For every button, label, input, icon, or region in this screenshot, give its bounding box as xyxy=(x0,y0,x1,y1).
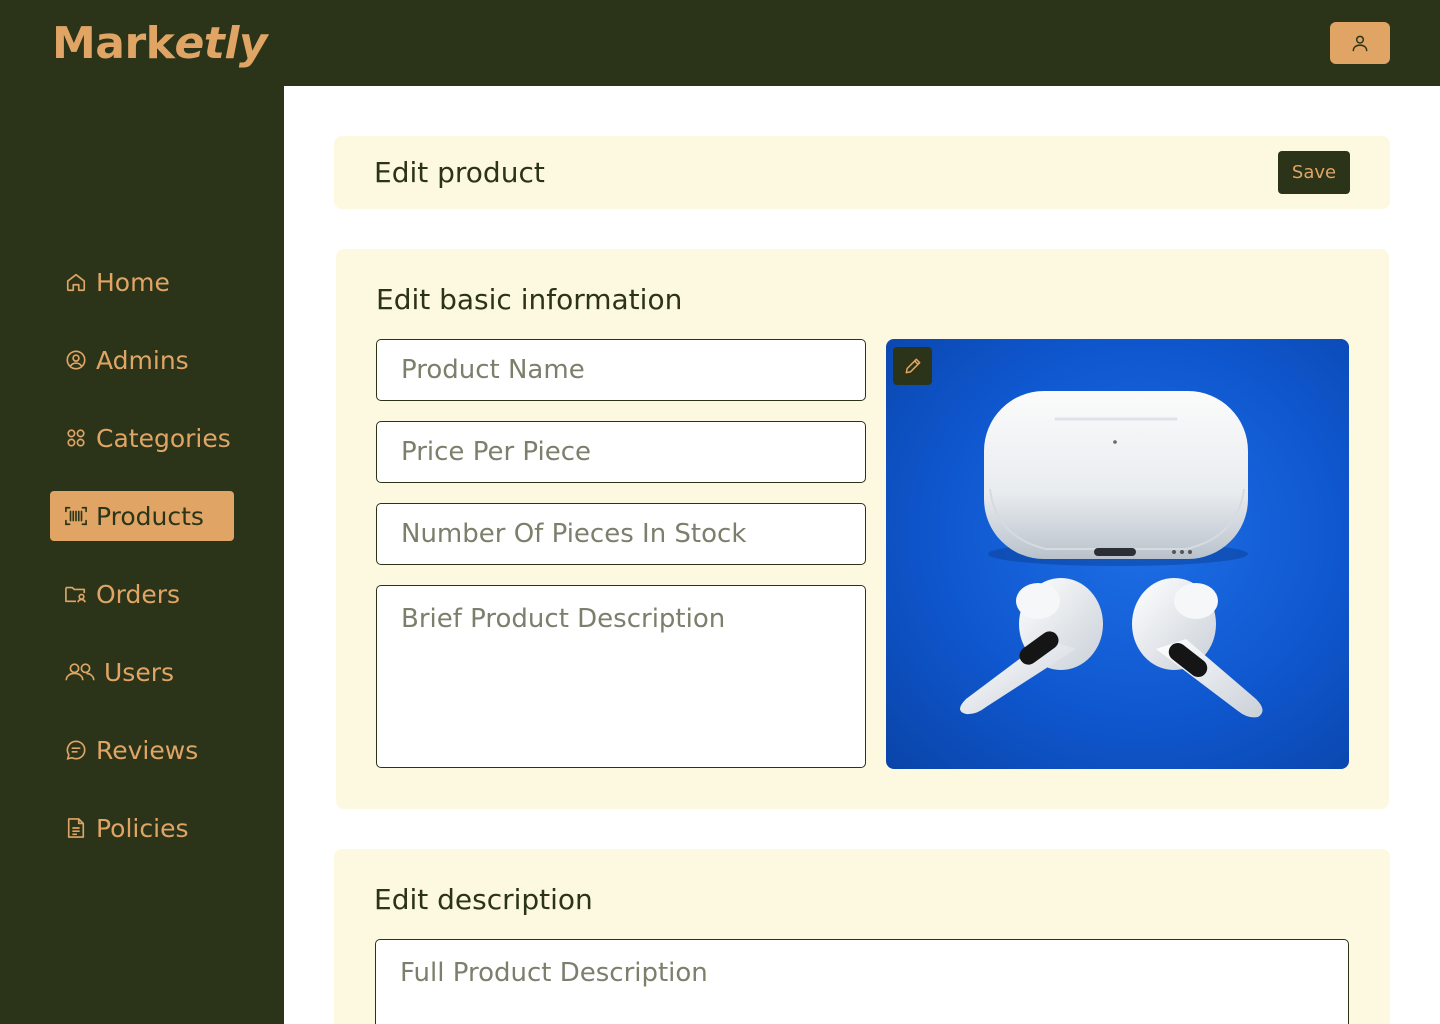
home-icon xyxy=(64,270,88,294)
app-logo[interactable]: Marketly xyxy=(52,18,268,70)
sidebar-item-reviews[interactable]: Reviews xyxy=(50,725,234,775)
profile-button[interactable] xyxy=(1330,22,1390,64)
sidebar-item-label: Policies xyxy=(96,813,189,843)
grid-icon xyxy=(64,426,88,450)
sidebar-item-label: Orders xyxy=(96,579,181,609)
product-name-input[interactable] xyxy=(376,339,866,401)
sidebar-item-users[interactable]: Users xyxy=(50,647,234,697)
sidebar-item-orders[interactable]: Orders xyxy=(50,569,234,619)
stock-input[interactable] xyxy=(376,503,866,565)
save-button[interactable]: Save xyxy=(1278,151,1350,194)
description-section: Edit description xyxy=(334,849,1390,1024)
sidebar-item-home[interactable]: Home xyxy=(50,257,234,307)
user-circle-icon xyxy=(64,348,88,372)
edit-image-button[interactable] xyxy=(893,347,932,385)
price-input[interactable] xyxy=(376,421,866,483)
page-title: Edit product xyxy=(374,156,545,189)
sidebar-item-label: Admins xyxy=(96,345,189,375)
pencil-icon xyxy=(905,358,920,374)
sidebar-item-products[interactable]: Products xyxy=(50,491,234,541)
sidebar-item-label: Products xyxy=(96,501,204,531)
sidebar-item-label: Home xyxy=(96,267,170,297)
sidebar-item-label: Categories xyxy=(96,423,231,453)
users-icon xyxy=(64,660,96,684)
folder-user-icon xyxy=(64,582,88,606)
user-icon xyxy=(1352,35,1368,52)
sidebar-item-categories[interactable]: Categories xyxy=(50,413,234,463)
sidebar-item-label: Reviews xyxy=(96,735,199,765)
earbuds-image xyxy=(960,391,1263,718)
sidebar-item-admins[interactable]: Admins xyxy=(50,335,234,385)
document-icon xyxy=(64,816,88,840)
page-header: Edit product Save xyxy=(334,136,1390,209)
basic-info-section: Edit basic information xyxy=(336,249,1389,809)
top-bar: Marketly xyxy=(0,0,1440,86)
chat-icon xyxy=(64,738,88,762)
barcode-icon xyxy=(64,504,88,528)
brief-description-input[interactable] xyxy=(376,585,866,768)
sidebar-item-label: Users xyxy=(104,657,175,687)
basic-info-title: Edit basic information xyxy=(376,283,683,316)
full-description-input[interactable] xyxy=(375,939,1349,1024)
description-title: Edit description xyxy=(374,883,593,916)
sidebar: Home Admins Categories Products Orders U… xyxy=(0,86,284,1024)
sidebar-item-policies[interactable]: Policies xyxy=(50,803,234,853)
product-image[interactable] xyxy=(886,339,1349,769)
